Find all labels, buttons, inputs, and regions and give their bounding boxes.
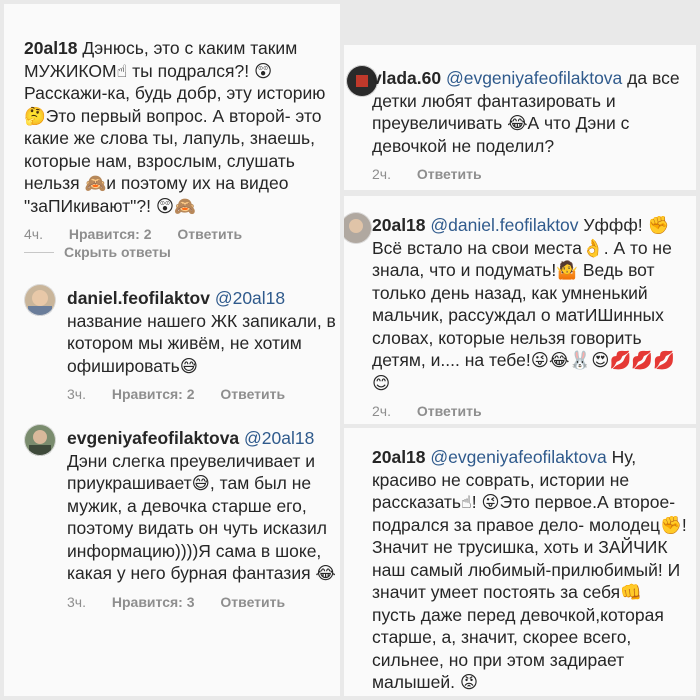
reply-button[interactable]: Ответить bbox=[417, 166, 482, 182]
comment-time: 4ч. bbox=[24, 226, 43, 242]
comment-username[interactable]: evgeniyafeofilaktova bbox=[67, 428, 239, 448]
comment-likes[interactable]: Нравится: 3 bbox=[112, 594, 195, 610]
comment-text: Уффф! ✊Всё встало на свои места👌. А то н… bbox=[372, 215, 675, 393]
comment-time: 3ч. bbox=[67, 593, 86, 610]
comment-meta: 3ч. Нравится: 2 Ответить bbox=[67, 386, 337, 402]
comment-text: Ну, красиво не соврать, истории не расск… bbox=[372, 447, 687, 692]
comment-likes[interactable]: Нравится: 2 bbox=[69, 226, 152, 242]
divider-line bbox=[24, 251, 54, 253]
comment-time: 2ч. bbox=[372, 166, 391, 182]
reply-button[interactable]: Ответить bbox=[220, 386, 285, 402]
comments-panel-right-mid: 20al18 @daniel.feofilaktov Уффф! ✊Всё вс… bbox=[344, 196, 696, 424]
comment-meta: 2ч. Ответить bbox=[372, 166, 690, 182]
comments-panel-right-bottom: 20al18 @evgeniyafeofilaktova Ну, красиво… bbox=[344, 428, 696, 696]
comment-meta: 4ч. Нравится: 2 Ответить bbox=[24, 226, 334, 242]
comment-text: Дэни слегка преувеличивает и приукрашива… bbox=[67, 450, 336, 584]
reply-button[interactable]: Ответить bbox=[177, 226, 242, 242]
comment: evgeniyafeofilaktova @20al18 Дэни слегка… bbox=[67, 427, 337, 610]
comment: 20al18 Дэнюсь, это с каким таким МУЖИКОМ… bbox=[24, 37, 334, 242]
reply-button[interactable]: Ответить bbox=[220, 594, 285, 610]
comment-time: 2ч. bbox=[372, 403, 391, 419]
comment-likes[interactable]: Нравится: 2 bbox=[112, 386, 195, 402]
mention-link[interactable]: @evgeniyafeofilaktova bbox=[430, 447, 606, 467]
avatar[interactable] bbox=[344, 212, 372, 244]
comment: vlada.60 @evgeniyafeofilaktova да все де… bbox=[372, 67, 690, 182]
comment-time: 3ч. bbox=[67, 386, 86, 402]
avatar[interactable] bbox=[24, 424, 56, 456]
mention-link[interactable]: @20al18 bbox=[244, 428, 314, 448]
comment-username[interactable]: 20al18 bbox=[372, 447, 426, 467]
comment-username[interactable]: vlada.60 bbox=[372, 68, 441, 88]
reply-button[interactable]: Ответить bbox=[417, 403, 482, 419]
hide-replies-button[interactable]: Скрыть ответы bbox=[24, 244, 171, 260]
mention-link[interactable]: @daniel.feofilaktov bbox=[430, 215, 578, 235]
comment: daniel.feofilaktov @20al18 название наше… bbox=[67, 287, 337, 402]
comment-text: название нашего ЖК запикали, в котором м… bbox=[67, 310, 336, 376]
comment: 20al18 @evgeniyafeofilaktova Ну, красиво… bbox=[372, 446, 690, 694]
comment-username[interactable]: 20al18 bbox=[24, 38, 78, 58]
hide-replies-label: Скрыть ответы bbox=[64, 244, 171, 260]
mention-link[interactable]: @20al18 bbox=[215, 288, 285, 308]
avatar[interactable] bbox=[24, 284, 56, 316]
comment-username[interactable]: daniel.feofilaktov bbox=[67, 288, 210, 308]
comment-username[interactable]: 20al18 bbox=[372, 215, 426, 235]
mention-link[interactable]: @evgeniyafeofilaktova bbox=[446, 68, 622, 88]
comment-meta: 3ч. Нравится: 3 Ответить bbox=[67, 594, 337, 610]
comments-panel-right-top: vlada.60 @evgeniyafeofilaktova да все де… bbox=[344, 45, 696, 190]
comment-meta: 2ч. Ответить bbox=[372, 403, 692, 419]
comments-panel-left: 20al18 Дэнюсь, это с каким таким МУЖИКОМ… bbox=[4, 4, 340, 696]
comment-text: Дэнюсь, это с каким таким МУЖИКОМ☝ ты по… bbox=[24, 38, 326, 216]
comment: 20al18 @daniel.feofilaktov Уффф! ✊Всё вс… bbox=[372, 214, 692, 419]
